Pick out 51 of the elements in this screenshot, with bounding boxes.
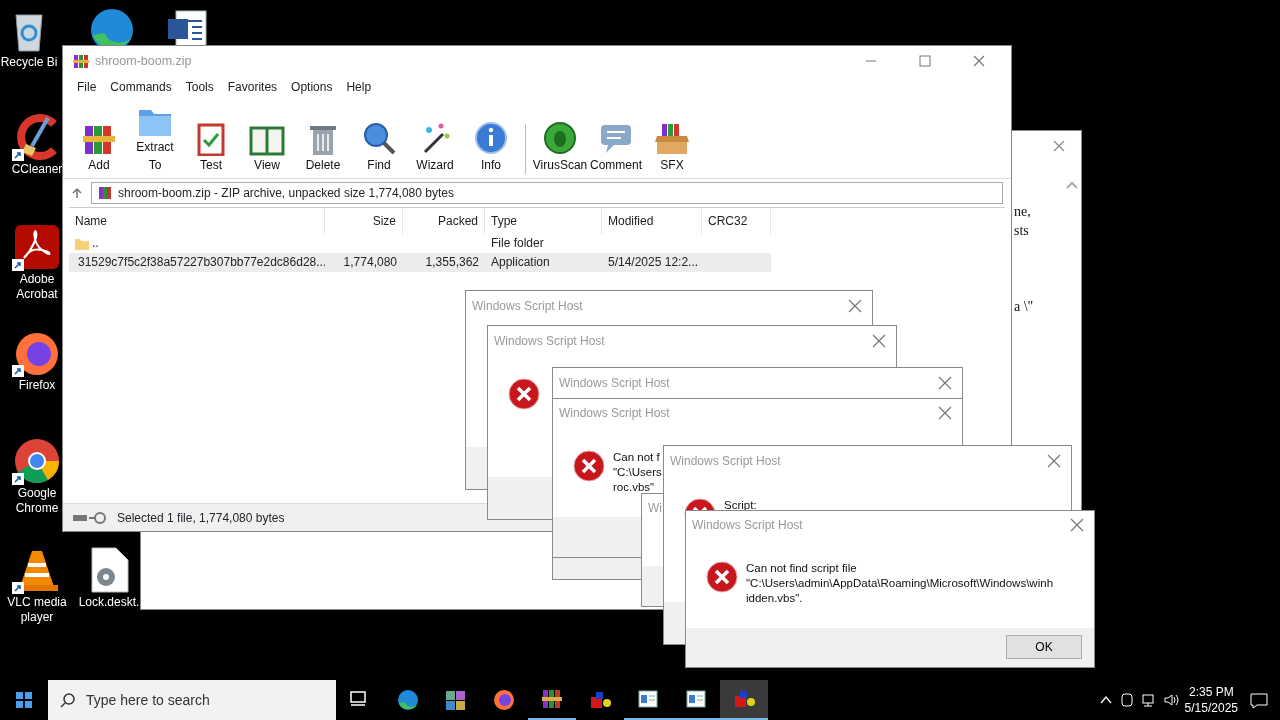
icon-label: CCleaner [11,162,63,177]
toolbar-button[interactable]: Comment [590,120,642,174]
toolbar-button[interactable]: VirusScan [534,120,586,174]
menu-item[interactable]: Options [291,78,333,96]
toolbar-button[interactable]: Wizard [409,120,461,174]
clock[interactable]: 2:35 PM 5/15/2025 [1184,684,1238,716]
icon-label: VLC media player [6,595,68,625]
toolbar-button[interactable]: Extract To [129,102,181,174]
dialog-title: Windows Script Host [670,453,781,470]
menu-item[interactable]: Favorites [227,78,278,96]
dialog-title: Windows Script Host [472,298,583,315]
toolbar-button[interactable]: Test [185,120,237,174]
icon-label: Lock.deskt. [78,595,140,610]
menu-item[interactable]: Help [346,78,372,96]
error-message: Can not find script file "C:\Users\admin\AppData\Roaming\Microsoft\Windows\winh idden.vbs". [746,560,1054,606]
text-fragment: ne, [1014,203,1031,221]
toolbar-button[interactable]: Add [73,120,125,174]
file-row[interactable]: 31529c7f5c2f38a57227b307bb77e2dc86d28... 1,774,080 1,355,362 Application 5/14/2025 12:2... [69,253,771,272]
icon-label: Recycle Bi [0,55,58,70]
dialog-title: Windows Script Host [692,516,803,534]
icon-label: Adobe Acrobat [15,272,59,302]
toolbar-button[interactable]: SFX [646,120,698,174]
column-header[interactable]: CRC32 [702,208,771,234]
dialog-title: Windows Script Host [559,375,670,392]
window-title: shroom-boom.zip [95,52,192,70]
column-header[interactable]: Type [485,208,602,234]
address-field[interactable]: shroom-boom.zip - ZIP archive, unpacked size 1,774,080 bytes [91,182,1003,204]
menu-item[interactable]: Tools [185,78,214,96]
dialog-title: Windows Script Host [494,333,605,350]
error-message: Script: [724,498,757,513]
icon-label: Firefox [18,378,56,393]
text-fragment: sts [1014,222,1029,240]
column-header[interactable]: Packed [403,208,485,234]
status-text: Selected 1 file, 1,774,080 bytes [117,509,285,527]
toolbar-button[interactable]: Find [353,120,405,174]
error-message: Can not f "C:\Users roc.vbs" [613,449,662,495]
column-header[interactable]: Name [69,208,325,234]
column-header[interactable]: Size [325,208,403,234]
icon-label: Google Chrome [14,486,60,516]
toolbar-button[interactable]: Info [465,120,517,174]
menu-item[interactable]: Commands [110,78,172,96]
toolbar-button[interactable]: View [241,120,293,174]
toolbar-button[interactable]: Delete [297,120,349,174]
search-field[interactable]: Type here to search [48,680,336,720]
menu-item[interactable]: File [77,78,97,96]
file-row[interactable]: .. File folder [69,234,771,253]
dialog-title: Wi [648,500,662,518]
text-fragment: a \" [1014,298,1034,316]
column-header[interactable]: Modified [602,208,702,234]
ok-button[interactable]: OK [1006,635,1082,660]
dialog-title: Windows Script Host [559,405,670,423]
